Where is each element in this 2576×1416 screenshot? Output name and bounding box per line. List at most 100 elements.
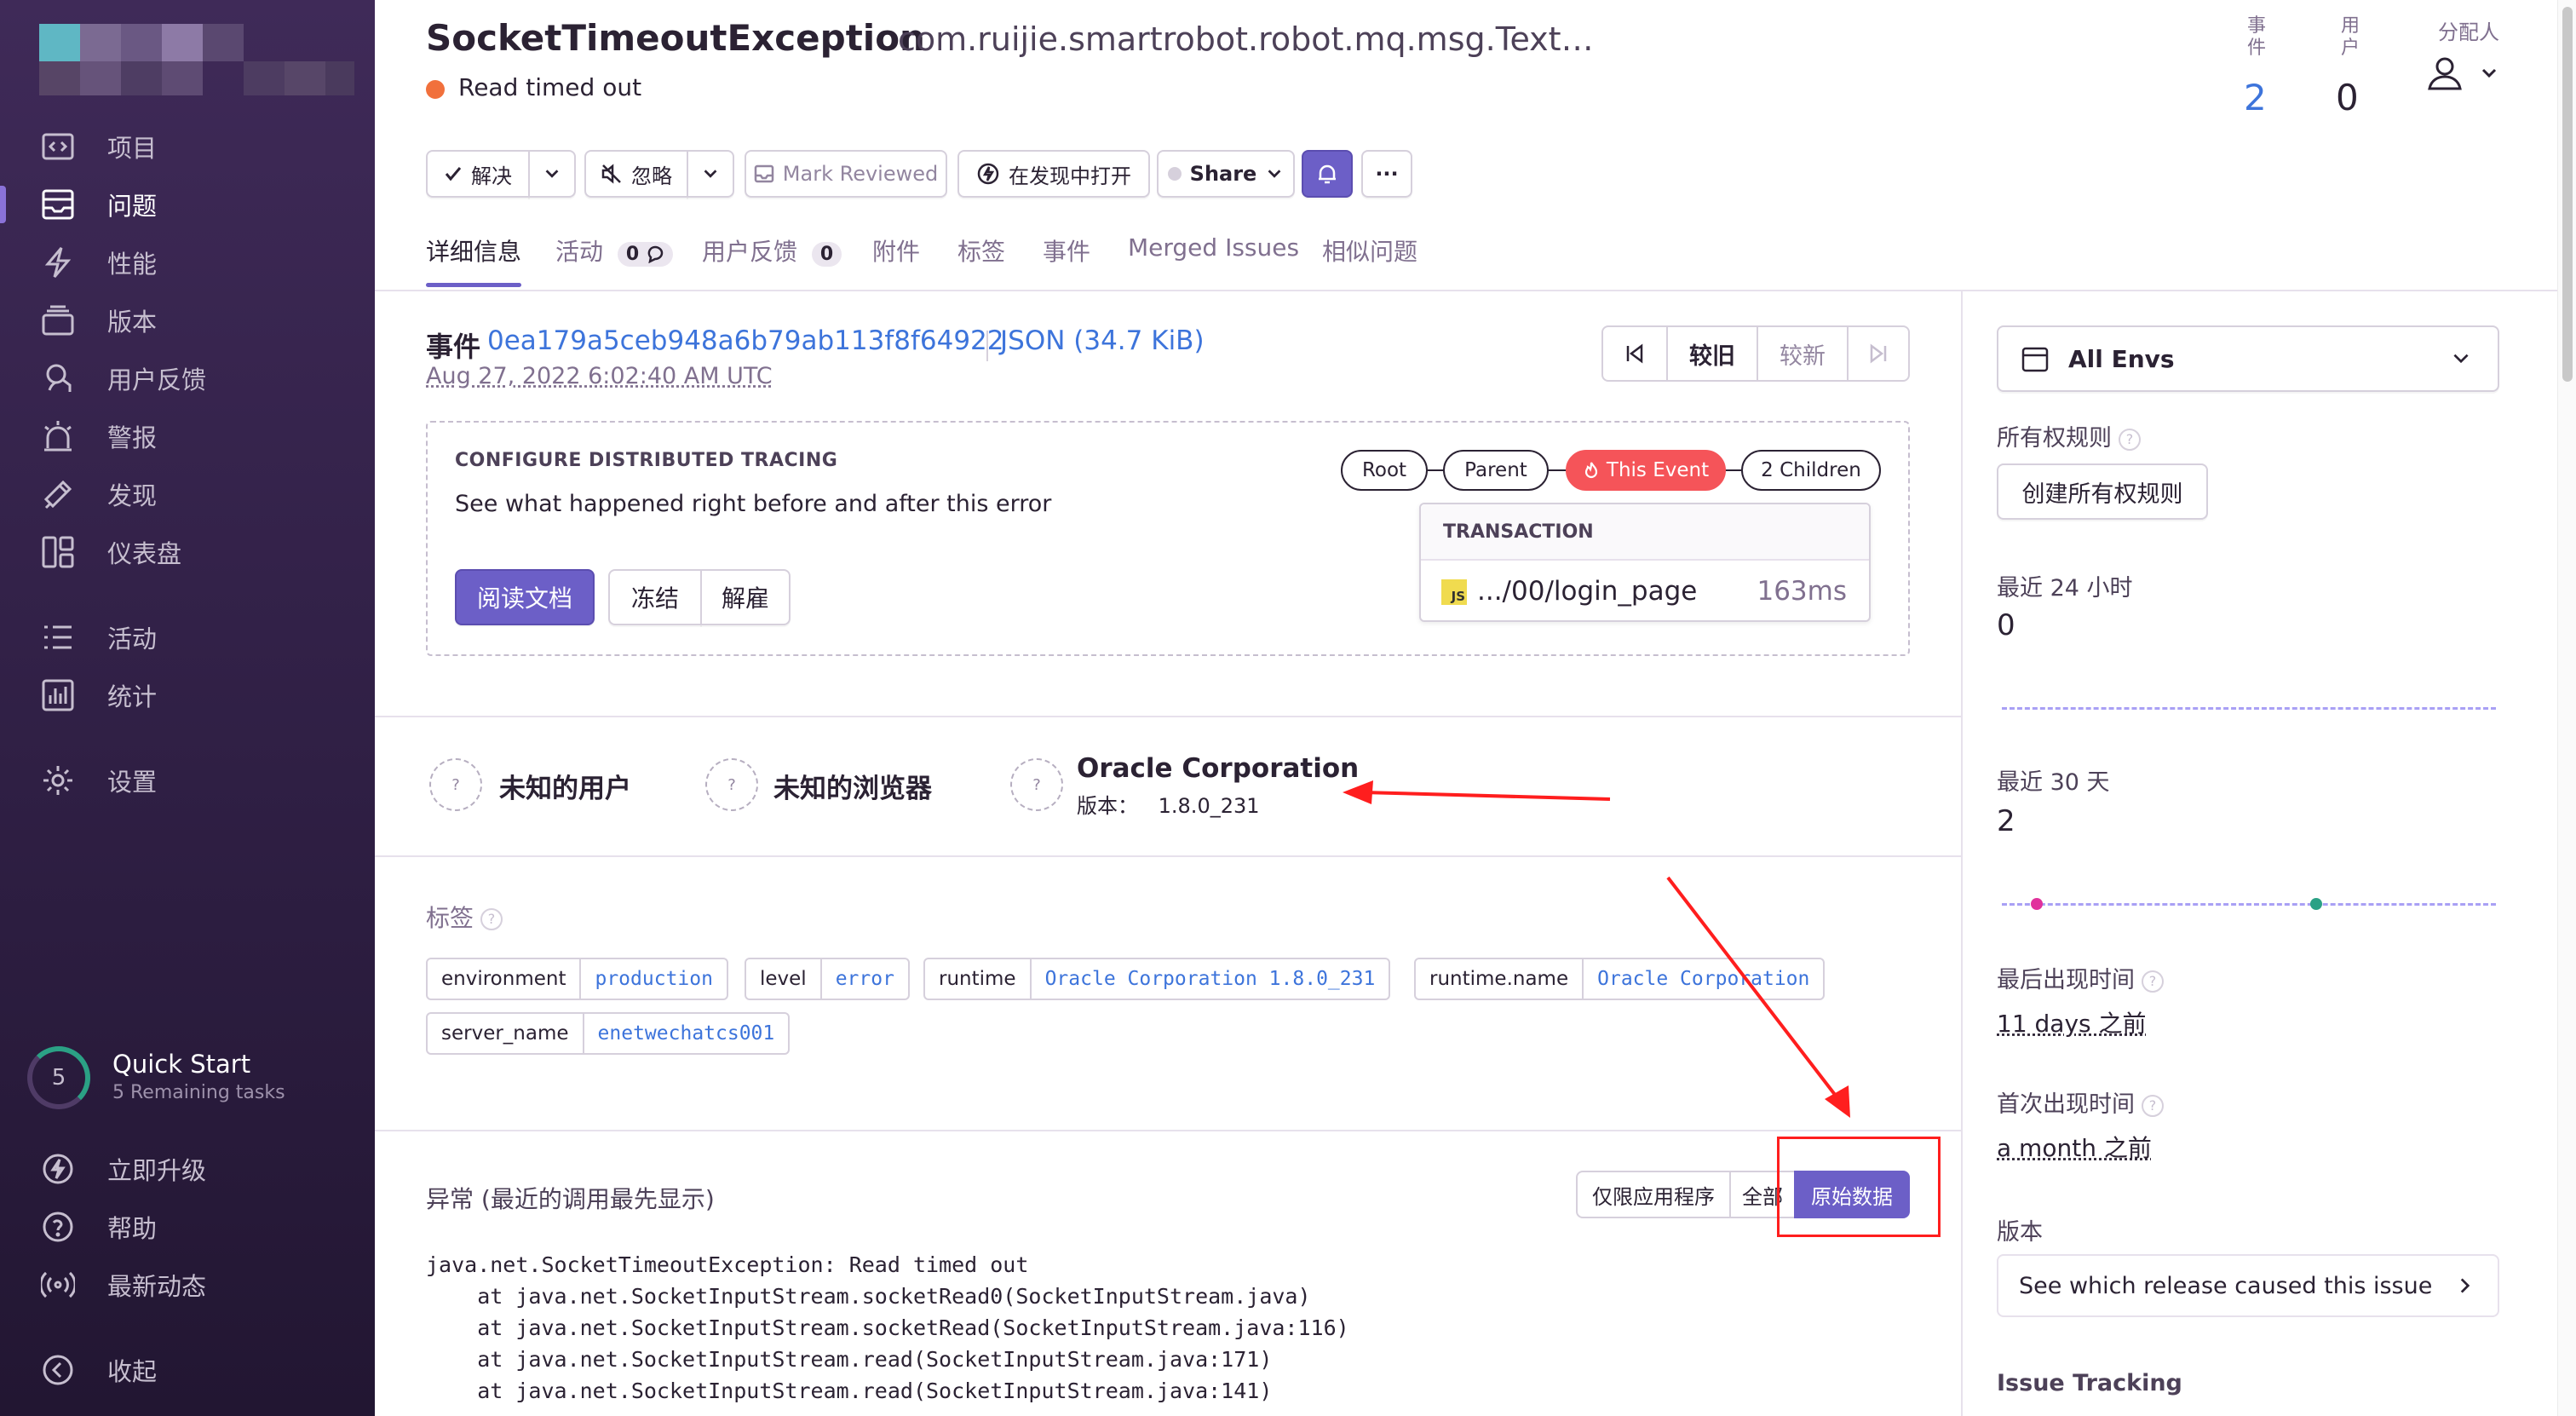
sidebar-item-label: 性能 (107, 250, 158, 279)
open-in-discover-label: 在发现中打开 (1009, 164, 1131, 188)
last-seen-title: 最后出现时间? (1997, 961, 2164, 994)
sidebar-item-settings[interactable]: 设置 (0, 757, 375, 804)
release-marker[interactable] (2310, 898, 2322, 910)
trace-connector (1724, 469, 1743, 471)
tag-value[interactable]: Oracle Corporation 1.8.0_231 (1032, 959, 1389, 999)
sidebar-item-label: 发现 (107, 481, 158, 510)
raw-stacktrace: java.net.SocketTimeoutException: Read ti… (426, 1252, 1349, 1403)
share-label: Share (1189, 162, 1257, 186)
sidebar-item-stats[interactable]: 统计 (0, 671, 375, 719)
bell-icon (1319, 164, 1336, 184)
sidebar-collapse[interactable]: 收起 (0, 1346, 375, 1394)
sidebar-item-issues[interactable]: 问题 (0, 181, 375, 228)
tag-runtime-name[interactable]: runtime.name Oracle Corporation (1414, 958, 1826, 1000)
release-suggestion-card[interactable]: See which release caused this issue (1997, 1254, 2499, 1317)
snooze-button[interactable]: 冻结 (608, 569, 702, 625)
assignee-label: 分配人 (2438, 20, 2499, 44)
sidebar-item-upgrade[interactable]: 立即升级 (0, 1145, 375, 1193)
tag-value[interactable]: error (822, 959, 908, 999)
sidebar-item-broadcasts[interactable]: 最新动态 (0, 1261, 375, 1309)
open-in-discover-button[interactable]: 在发现中打开 (957, 150, 1150, 198)
tag-level[interactable]: level error (745, 958, 910, 1000)
quick-start-progress-ring: 5 (27, 1046, 90, 1109)
tag-key: runtime.name (1416, 959, 1584, 999)
sidebar-item-help[interactable]: 帮助 (0, 1203, 375, 1251)
tab-details[interactable]: 详细信息 (426, 233, 521, 268)
tab-activity[interactable]: 活动 0 (555, 233, 673, 268)
latest-event-button[interactable] (1847, 325, 1910, 382)
environment-selector[interactable]: All Envs (1997, 325, 2499, 392)
sidebar-item-dashboards[interactable]: 仪表盘 (0, 528, 375, 576)
sidebar-item-activity[interactable]: 活动 (0, 613, 375, 661)
tab-merged-issues[interactable]: Merged Issues (1128, 233, 1299, 262)
resolve-button[interactable]: 解决 (426, 150, 530, 198)
chevron-down-icon (2481, 68, 2497, 78)
tag-value[interactable]: Oracle Corporation (1584, 959, 1823, 999)
newer-event-button[interactable]: 较新 (1757, 325, 1849, 382)
first-seen-title: 首次出现时间? (1997, 1085, 2164, 1119)
older-event-button[interactable]: 较旧 (1666, 325, 1758, 382)
scrollbar-thumb[interactable] (2562, 7, 2573, 382)
users-count: 0 (2336, 77, 2359, 118)
create-ownership-rule-button[interactable]: 创建所有权规则 (1997, 463, 2208, 520)
tab-events[interactable]: 事件 (1043, 233, 1090, 268)
sidebar-item-user-feedback[interactable]: 用户反馈 (0, 354, 375, 402)
share-button[interactable]: Share (1157, 150, 1295, 198)
org-avatar[interactable] (39, 24, 354, 95)
release-suggestion-text: See which release caused this issue (2019, 1273, 2433, 1299)
sidebar-item-discover[interactable]: 发现 (0, 470, 375, 518)
tag-environment[interactable]: environment production (426, 958, 728, 1000)
tag-runtime[interactable]: runtime Oracle Corporation 1.8.0_231 (923, 958, 1391, 1000)
trace-connector (1426, 469, 1445, 471)
tab-user-feedback[interactable]: 用户反馈 0 (702, 233, 842, 268)
sidebar-item-label: 设置 (107, 768, 158, 797)
tags-section-title: 标签? (426, 900, 503, 934)
release-marker[interactable] (2031, 898, 2043, 910)
activity-icon (39, 619, 77, 656)
mark-reviewed-button[interactable]: Mark Reviewed (745, 150, 947, 198)
tab-similar-issues[interactable]: 相似问题 (1322, 233, 1417, 268)
last-24h-count: 0 (1997, 608, 2015, 642)
help-icon[interactable]: ? (2142, 970, 2164, 993)
ignore-dropdown-button[interactable] (687, 150, 734, 198)
context-user: 未知的用户 (499, 774, 631, 804)
trace-node-this-event[interactable]: This Event (1566, 450, 1726, 491)
assignee-selector[interactable] (2424, 53, 2501, 95)
first-seen-value[interactable]: a month 之前 (1997, 1130, 2152, 1164)
help-icon[interactable]: ? (2142, 1094, 2164, 1117)
more-actions-button[interactable]: ··· (1361, 150, 1412, 198)
help-icon[interactable]: ? (480, 908, 503, 930)
toggle-app-only[interactable]: 仅限应用程序 (1576, 1171, 1731, 1218)
resolve-dropdown-button[interactable] (528, 150, 576, 198)
trace-node-children[interactable]: 2 Children (1741, 450, 1881, 491)
first-event-button[interactable] (1601, 325, 1668, 382)
sidebar-item-performance[interactable]: 性能 (0, 239, 375, 286)
sidebar-item-label: 收起 (107, 1357, 158, 1386)
tab-tags[interactable]: 标签 (957, 233, 1005, 268)
chevron-right-icon (2460, 1278, 2470, 1293)
dismiss-button[interactable]: 解雇 (700, 569, 791, 625)
sidebar-item-projects[interactable]: 项目 (0, 123, 375, 170)
sidebar-item-releases[interactable]: 版本 (0, 296, 375, 344)
help-icon[interactable]: ? (2119, 428, 2141, 451)
events-count[interactable]: 2 (2244, 77, 2267, 118)
read-docs-button[interactable]: 阅读文档 (455, 569, 595, 625)
sidebar-divider (1961, 290, 1963, 1416)
subscribe-button[interactable] (1302, 150, 1353, 198)
help-icon (39, 1208, 77, 1246)
sidebar-item-label: 用户反馈 (107, 366, 207, 394)
tag-value[interactable]: production (581, 959, 726, 999)
trace-node-parent[interactable]: Parent (1443, 450, 1549, 491)
runtime-icon: ? (1010, 758, 1063, 811)
sidebar-item-alerts[interactable]: 警报 (0, 412, 375, 460)
event-id-link[interactable]: 0ea179a5ceb948a6b79ab113f8f64922 (487, 325, 1004, 356)
transaction-card[interactable]: TRANSACTION JS .../00/login_page 163ms (1419, 503, 1871, 622)
ignore-button[interactable]: 忽略 (584, 150, 688, 198)
trace-node-root[interactable]: Root (1341, 450, 1428, 491)
last-seen-value[interactable]: 11 days 之前 (1997, 1005, 2147, 1039)
page-scrollbar[interactable] (2557, 0, 2576, 1416)
tag-value[interactable]: enetwechatcs001 (584, 1014, 789, 1053)
tag-server-name[interactable]: server_name enetwechatcs001 (426, 1012, 791, 1055)
tab-attachments[interactable]: 附件 (872, 233, 920, 268)
event-json-link[interactable]: JSON (34.7 KiB) (1000, 325, 1205, 356)
